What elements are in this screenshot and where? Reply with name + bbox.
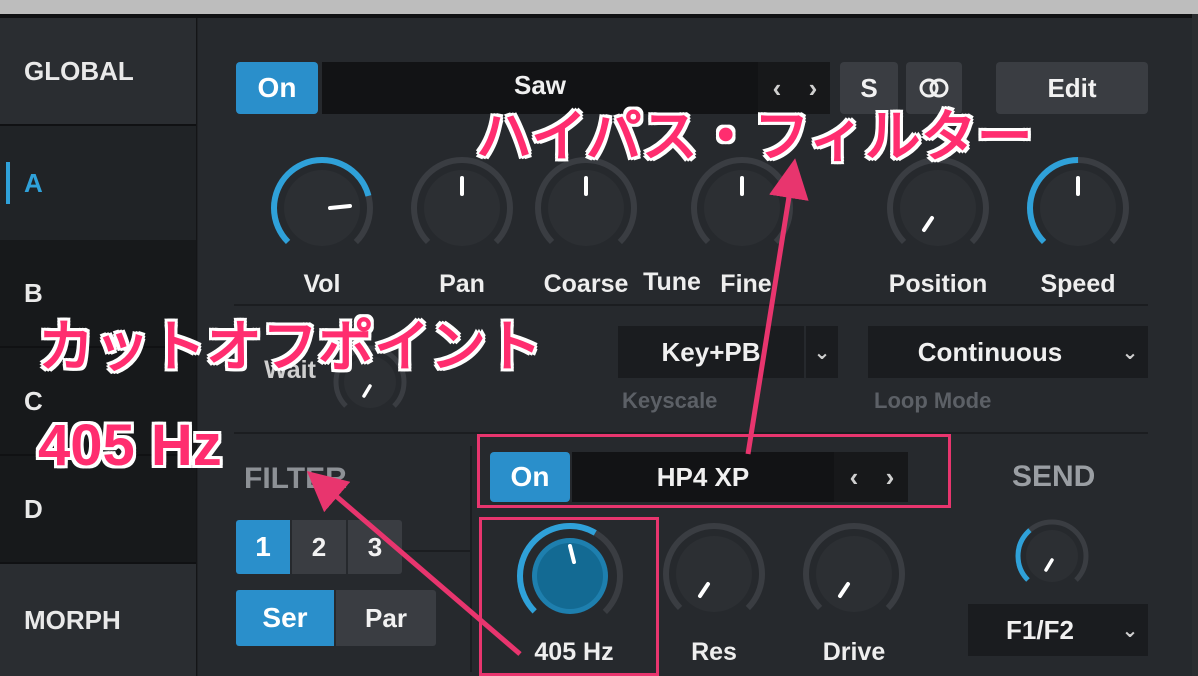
cutoff-annotation: カットオフポイント [38, 315, 542, 378]
cutoff-arrow [306, 470, 522, 656]
highpass-arrow [745, 158, 809, 455]
highpass-annotation: ハイパス・フィルター [476, 105, 1033, 168]
cutoff-value-annotation: 405 Hz [38, 413, 222, 478]
